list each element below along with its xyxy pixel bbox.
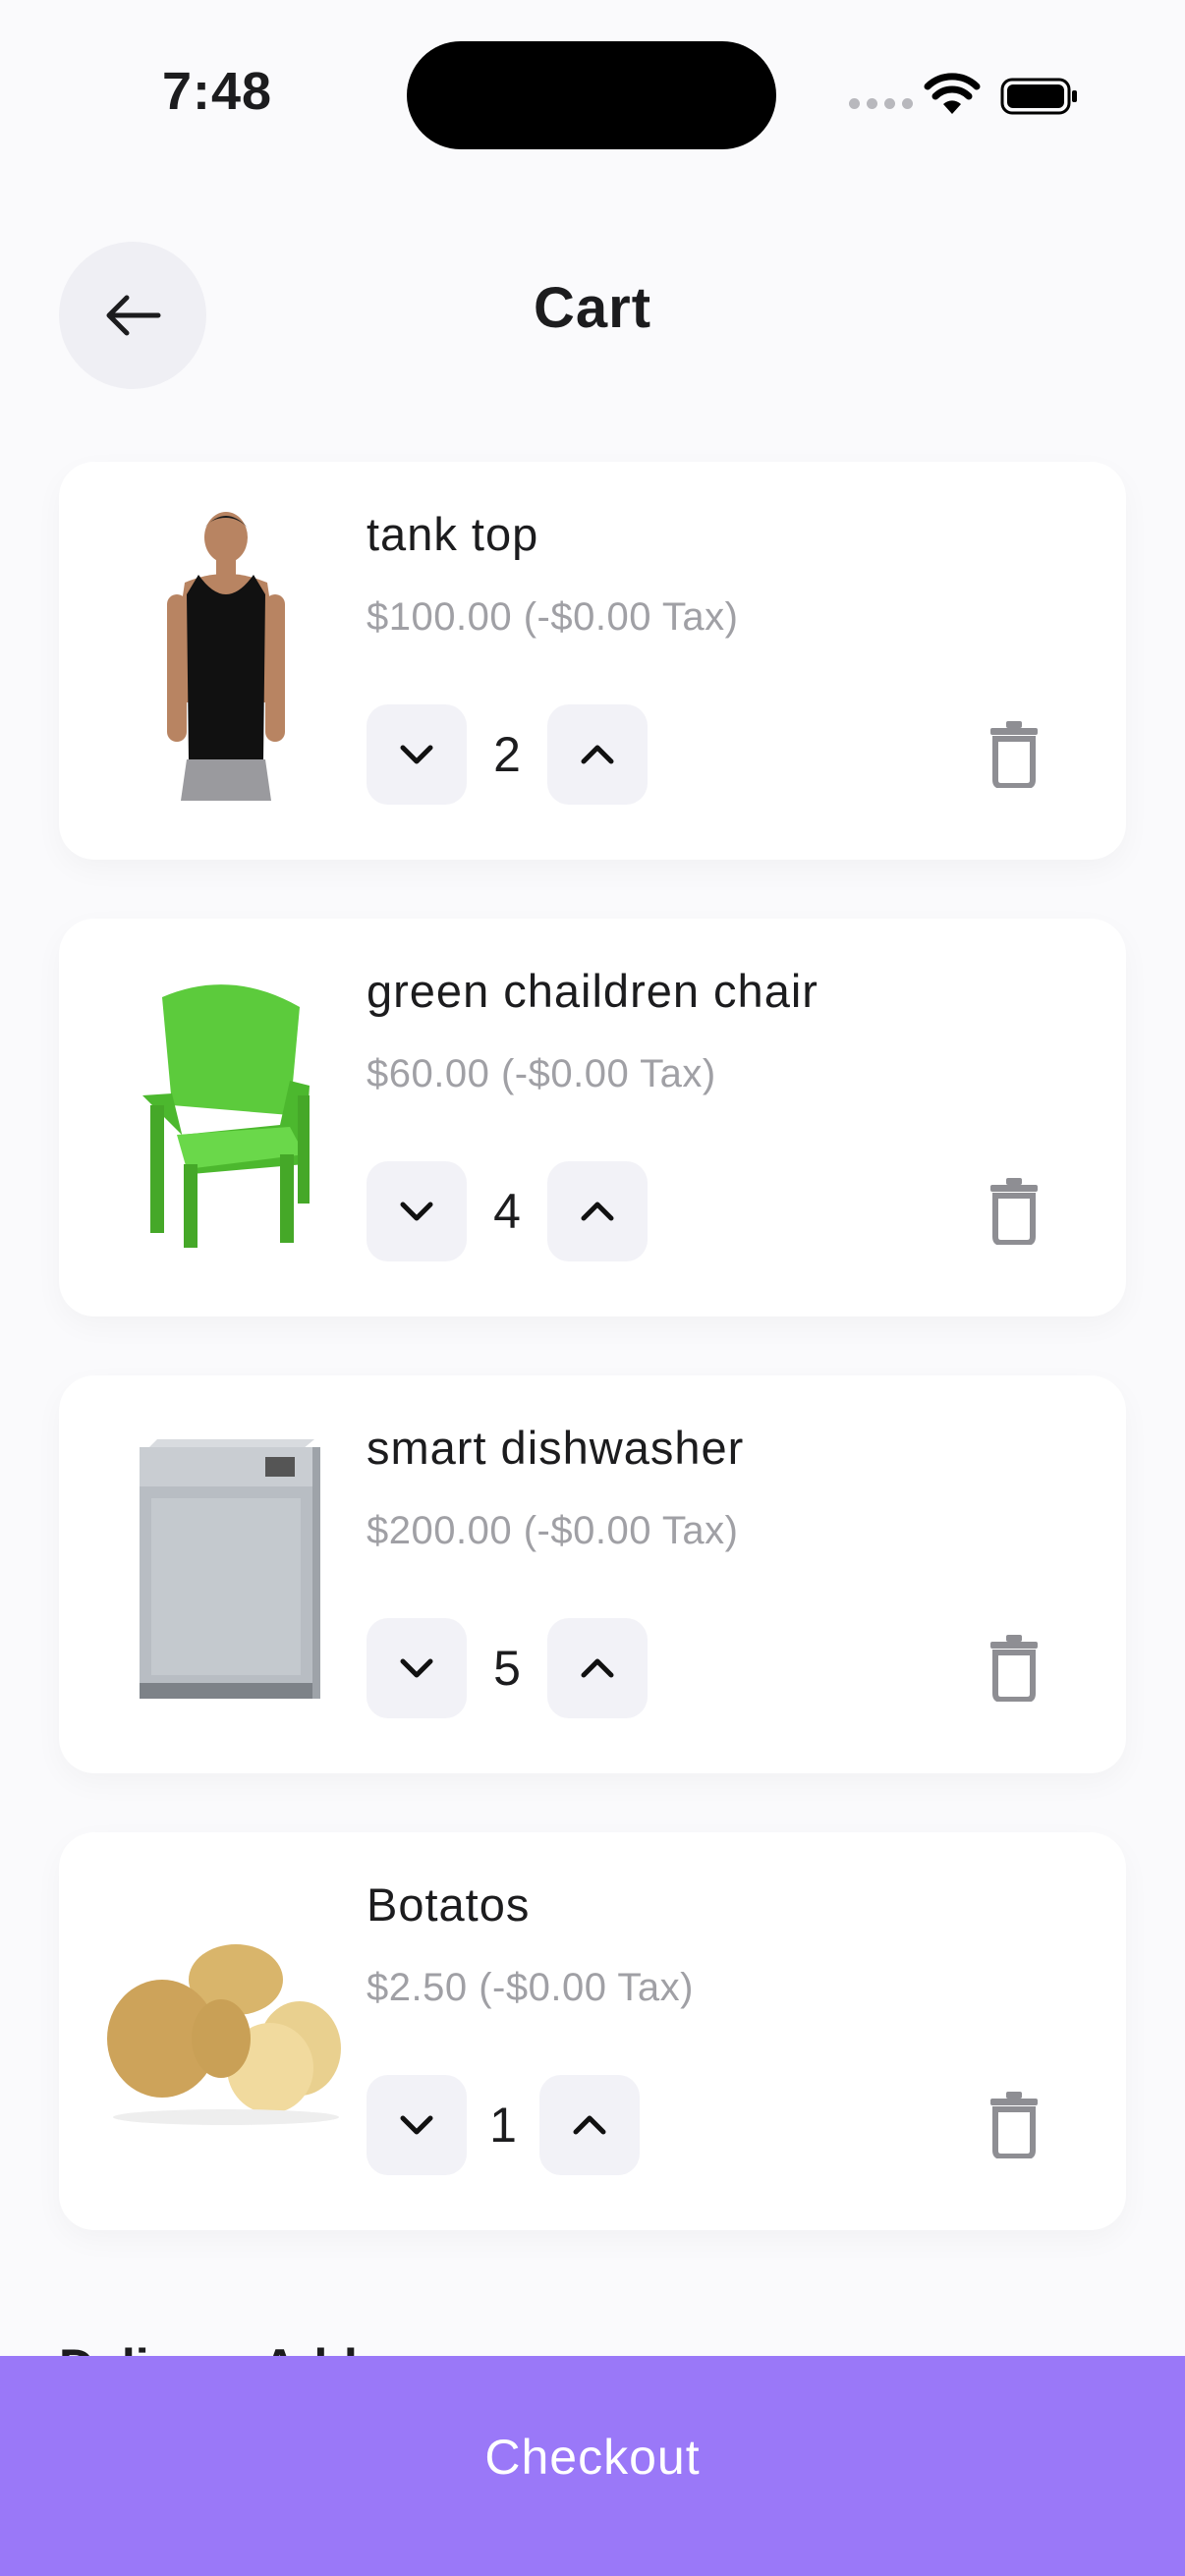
chevron-up-icon — [581, 1658, 614, 1678]
quantity-stepper: 1 — [367, 2075, 640, 2175]
chevron-down-icon — [400, 1658, 433, 1678]
dynamic-island — [407, 41, 776, 149]
chevron-down-icon — [400, 1202, 433, 1221]
increase-quantity-button[interactable] — [547, 1618, 648, 1718]
status-time: 7:48 — [162, 62, 273, 121]
decrease-quantity-button[interactable] — [367, 2075, 467, 2175]
item-price: $200.00 (-$0.00 Tax) — [367, 1509, 739, 1552]
chevron-up-icon — [573, 2115, 606, 2135]
status-bar: 7:48 — [0, 0, 1185, 177]
chevron-down-icon — [400, 745, 433, 764]
increase-quantity-button[interactable] — [547, 1161, 648, 1261]
item-name: tank top — [367, 508, 539, 560]
cart-item: smart dishwasher $200.00 (-$0.00 Tax) 5 — [59, 1375, 1126, 1773]
increase-quantity-button[interactable] — [547, 704, 648, 805]
chevron-up-icon — [581, 745, 614, 764]
quantity-stepper: 4 — [367, 1161, 648, 1261]
item-price: $60.00 (-$0.00 Tax) — [367, 1052, 716, 1095]
chevron-up-icon — [581, 1202, 614, 1221]
cart-item: green chaildren chair $60.00 (-$0.00 Tax… — [59, 919, 1126, 1316]
trash-icon[interactable] — [988, 2090, 1040, 2158]
increase-quantity-button[interactable] — [539, 2075, 640, 2175]
wifi-icon — [924, 73, 981, 114]
decrease-quantity-button[interactable] — [367, 1618, 467, 1718]
item-name: green chaildren chair — [367, 965, 818, 1017]
item-price: $100.00 (-$0.00 Tax) — [367, 595, 739, 639]
tank-top-image — [88, 501, 364, 815]
quantity-value: 4 — [493, 1184, 521, 1239]
decrease-quantity-button[interactable] — [367, 1161, 467, 1261]
cart-item: Botatos $2.50 (-$0.00 Tax) 1 — [59, 1832, 1126, 2230]
quantity-stepper: 5 — [367, 1618, 648, 1718]
quantity-value: 5 — [493, 1641, 521, 1696]
dishwasher-image — [88, 1415, 364, 1729]
quantity-value: 1 — [489, 2098, 517, 2153]
potatoes-image — [88, 1872, 364, 2186]
quantity-stepper: 2 — [367, 704, 648, 805]
trash-icon[interactable] — [988, 1176, 1040, 1245]
cellular-signal-icon — [849, 98, 913, 109]
battery-icon — [1000, 78, 1077, 115]
item-price: $2.50 (-$0.00 Tax) — [367, 1966, 694, 2009]
cart-item: tank top $100.00 (-$0.00 Tax) 2 — [59, 462, 1126, 860]
cart-list: tank top $100.00 (-$0.00 Tax) 2 green ch… — [59, 462, 1126, 2289]
decrease-quantity-button[interactable] — [367, 704, 467, 805]
checkout-button[interactable]: Checkout — [0, 2356, 1185, 2576]
green-chair-image — [88, 958, 364, 1272]
trash-icon[interactable] — [988, 719, 1040, 788]
chevron-down-icon — [400, 2115, 433, 2135]
checkout-label: Checkout — [484, 2430, 701, 2485]
quantity-value: 2 — [493, 727, 521, 782]
page-title: Cart — [533, 276, 652, 340]
item-name: Botatos — [367, 1878, 531, 1931]
trash-icon[interactable] — [988, 1633, 1040, 1702]
item-name: smart dishwasher — [367, 1422, 745, 1474]
